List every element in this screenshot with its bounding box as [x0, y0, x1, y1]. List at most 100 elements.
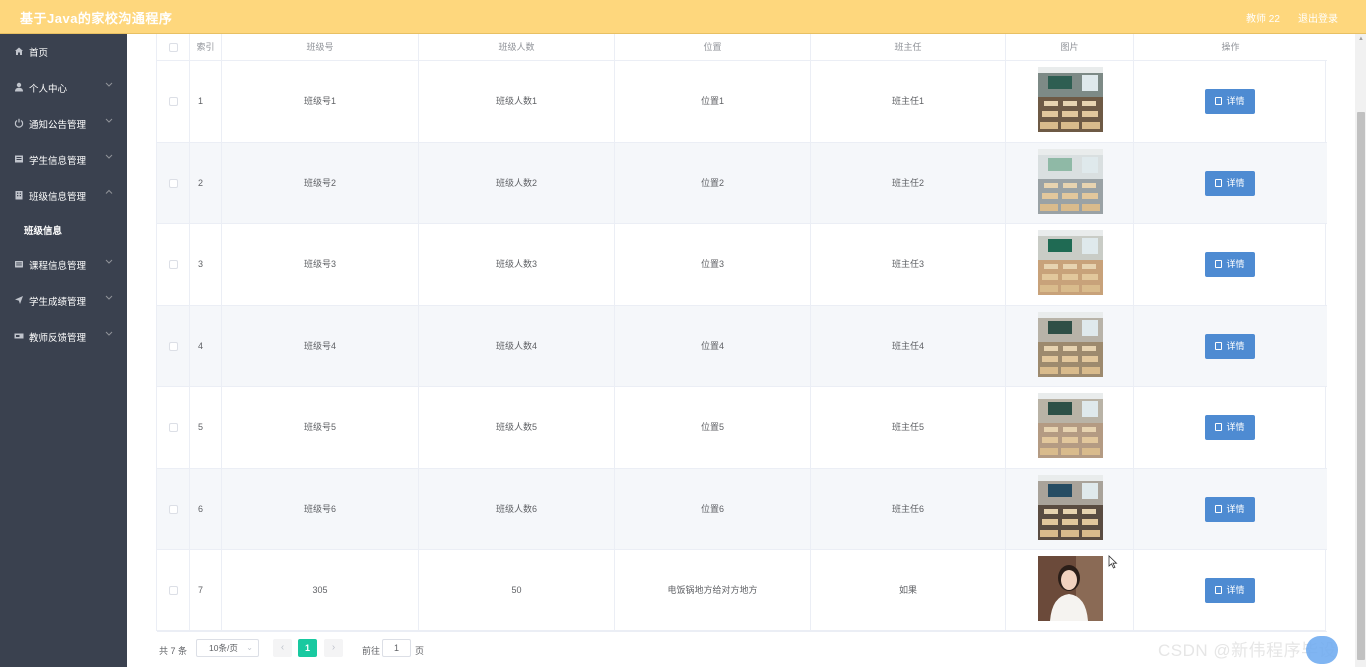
logout-button[interactable]: 退出登录 — [1298, 10, 1338, 25]
table-row: 2 班级号2 班级人数2 位置2 班主任2 详情 — [157, 142, 1327, 224]
cell-count: 班级人数3 — [419, 224, 615, 305]
cell-photo — [1006, 468, 1134, 550]
next-page-button[interactable]: › — [324, 639, 343, 657]
cell-photo — [1006, 224, 1134, 305]
cell-teacher: 班主任3 — [811, 224, 1006, 305]
cell-select — [157, 387, 190, 468]
cell-select — [157, 550, 190, 631]
column-header-photo: 图片 — [1006, 34, 1134, 61]
classroom-photo[interactable] — [1038, 393, 1103, 458]
classroom-photo[interactable] — [1038, 474, 1103, 540]
detail-button[interactable]: 详情 — [1205, 89, 1255, 114]
user-role: 教师 22 — [1246, 14, 1280, 25]
send-icon — [15, 296, 23, 304]
cell-index: 1 — [190, 61, 222, 142]
cell-actions: 详情 — [1134, 61, 1327, 142]
row-checkbox[interactable] — [168, 586, 178, 596]
cell-teacher: 班主任2 — [811, 142, 1006, 224]
cell-select — [157, 305, 190, 387]
detail-button[interactable]: 详情 — [1205, 333, 1255, 359]
row-checkbox[interactable] — [168, 260, 178, 270]
row-checkbox[interactable] — [168, 504, 178, 514]
scrollbar-thumb[interactable] — [1357, 112, 1365, 660]
table-row: 5 班级号5 班级人数5 位置5 班主任5 详情 — [157, 387, 1327, 469]
cell-actions: 详情 — [1134, 306, 1327, 387]
cell-actions: 详情 — [1134, 143, 1327, 224]
detail-button[interactable]: 详情 — [1205, 252, 1255, 277]
cell-actions: 详情 — [1134, 224, 1327, 305]
cell-actions: 详情 — [1134, 387, 1327, 468]
detail-button-label: 详情 — [1226, 340, 1245, 351]
detail-button[interactable]: 详情 — [1205, 578, 1255, 603]
sidebar-item-course[interactable]: 课程信息管理 — [0, 247, 127, 283]
portrait-photo[interactable] — [1038, 556, 1103, 621]
sidebar-item-label: 班级信息管理 — [29, 192, 87, 203]
table-row: 7 305 50 电饭锅地方给对方地方 如果 详情 — [157, 550, 1327, 632]
detail-button-label: 详情 — [1226, 259, 1245, 269]
chevron-down-icon — [105, 82, 113, 87]
select-all-cell — [157, 34, 190, 61]
classroom-photo[interactable] — [1038, 230, 1103, 295]
document-icon — [1215, 504, 1223, 513]
table-row: 3 班级号3 班级人数3 位置3 班主任3 详情 — [157, 224, 1327, 306]
detail-button[interactable]: 详情 — [1205, 170, 1255, 196]
cell-location: 电饭锅地方给对方地方 — [615, 550, 811, 631]
submenu-item-class-info[interactable]: 班级信息 — [0, 214, 127, 244]
row-checkbox[interactable] — [168, 423, 178, 433]
cell-teacher: 班主任6 — [811, 468, 1006, 550]
row-checkbox[interactable] — [168, 97, 178, 107]
total-count: 共 7 条 — [159, 646, 188, 656]
cell-class-no: 班级号2 — [222, 142, 419, 224]
chevron-up-icon — [105, 189, 113, 194]
table-row: 1 班级号1 班级人数1 位置1 班主任1 详情 — [157, 61, 1327, 143]
sidebar-item-student[interactable]: 学生信息管理 — [0, 142, 127, 178]
classroom-photo[interactable] — [1038, 311, 1103, 377]
submenu-item-label: 班级信息 — [24, 226, 63, 237]
sidebar-item-class[interactable]: 班级信息管理 — [0, 178, 127, 214]
cell-location: 位置2 — [615, 142, 811, 224]
sidebar-item-grades[interactable]: 学生成绩管理 — [0, 283, 127, 319]
cell-count: 班级人数4 — [419, 305, 615, 387]
cell-index: 2 — [190, 142, 222, 224]
ticket-icon — [14, 333, 24, 339]
column-header-teacher: 班主任 — [811, 34, 1006, 61]
scroll-up-icon[interactable]: ▲ — [1358, 36, 1364, 42]
cell-select — [157, 468, 190, 550]
prev-page-button[interactable]: ‹ — [273, 639, 292, 657]
detail-button-label: 详情 — [1226, 585, 1245, 595]
cell-count: 班级人数1 — [419, 61, 615, 142]
detail-button[interactable]: 详情 — [1205, 496, 1255, 522]
page-size-select[interactable]: 10条/页 ⌄ — [196, 639, 259, 657]
mouse-cursor-icon — [1108, 555, 1118, 569]
select-all-checkbox[interactable] — [168, 43, 178, 53]
sidebar-item-profile[interactable]: 个人中心 — [0, 70, 127, 106]
sidebar: 首页 个人中心 通知公告管理 学生信息管理 班级信息管理 班级信息 课程信息管理… — [0, 34, 127, 667]
sidebar-item-label: 教师反馈管理 — [29, 333, 87, 344]
sidebar-item-notice[interactable]: 通知公告管理 — [0, 106, 127, 142]
course-icon — [15, 261, 23, 268]
sidebar-item-label: 课程信息管理 — [29, 261, 87, 272]
sidebar-item-feedback[interactable]: 教师反馈管理 — [0, 319, 127, 355]
floating-action-button[interactable] — [1306, 636, 1338, 664]
cell-teacher: 班主任5 — [811, 387, 1006, 468]
row-checkbox[interactable] — [168, 341, 178, 351]
cell-count: 班级人数5 — [419, 387, 615, 468]
cell-count: 班级人数6 — [419, 468, 615, 550]
cell-count: 班级人数2 — [419, 142, 615, 224]
chevron-down-icon — [105, 118, 113, 123]
row-checkbox[interactable] — [168, 178, 178, 188]
detail-button-label: 详情 — [1226, 177, 1245, 188]
classroom-photo[interactable] — [1038, 148, 1103, 214]
detail-button[interactable]: 详情 — [1205, 415, 1255, 440]
detail-button-label: 详情 — [1226, 422, 1245, 432]
goto-page-input[interactable]: 1 — [382, 639, 411, 657]
classroom-photo[interactable] — [1038, 67, 1103, 132]
column-header-index: 索引 — [190, 34, 222, 61]
sidebar-item-home[interactable]: 首页 — [0, 34, 127, 70]
cell-actions: 详情 — [1134, 550, 1327, 631]
cell-photo — [1006, 387, 1134, 468]
table-row: 4 班级号4 班级人数4 位置4 班主任4 详情 — [157, 305, 1327, 387]
page-number-current[interactable]: 1 — [298, 639, 317, 657]
chevron-down-icon: ⌄ — [246, 643, 253, 652]
column-header-location: 位置 — [615, 34, 811, 61]
